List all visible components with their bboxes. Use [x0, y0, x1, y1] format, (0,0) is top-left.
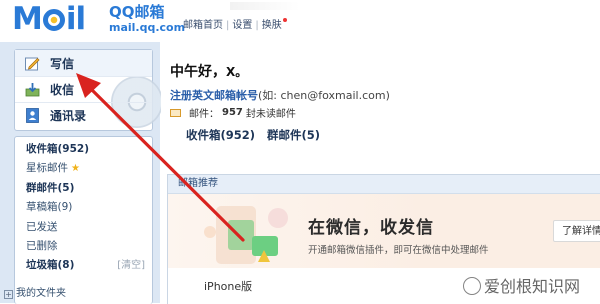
- wechat-promo-banner[interactable]: 在微信，收发信 开通邮箱微信插件，即可在微信中处理邮件 了解详情: [168, 194, 600, 268]
- folder-sent[interactable]: 已发送: [15, 218, 152, 237]
- user-name: X。: [226, 65, 248, 79]
- pencil-icon: [24, 55, 41, 72]
- envelope-icon: [170, 108, 181, 117]
- folder-group[interactable]: 群邮件(5): [15, 179, 152, 198]
- compose-label: 写信: [50, 56, 75, 71]
- folder-starred[interactable]: 星标邮件 ★: [15, 159, 152, 178]
- link-group-mail[interactable]: 群邮件(5): [267, 128, 320, 142]
- folder-inbox[interactable]: 收件箱(952): [15, 140, 152, 159]
- site-watermark: 爱创根知识网: [463, 273, 580, 297]
- banner-title: 在微信，收发信: [308, 218, 434, 238]
- nav-separator: |: [255, 20, 259, 31]
- contacts-icon: [24, 107, 41, 124]
- qqmail-logo[interactable]: Mil: [12, 2, 86, 36]
- header-fade: [230, 2, 300, 10]
- nav-mail-home[interactable]: 邮箱首页: [183, 20, 223, 31]
- folder-list: 收件箱(952) 星标邮件 ★ 群邮件(5) 草稿箱(9) 已发送 已删除 垃圾箱…: [14, 136, 153, 304]
- iphone-label: iPhone版: [204, 280, 253, 293]
- iphone-app-link[interactable]: iPhone版: [194, 278, 252, 294]
- clear-spam-link[interactable]: [清空]: [117, 256, 145, 275]
- top-nav: 邮箱首页 | 设置 | 换肤: [183, 16, 287, 31]
- watermark-logo-icon: [463, 277, 481, 295]
- contacts-button[interactable]: 通讯录: [15, 102, 152, 128]
- unread-summary: 邮件： 957 封未读邮件: [170, 105, 296, 120]
- link-inbox[interactable]: 收件箱(952): [186, 128, 255, 142]
- brand-domain: mail.qq.com: [109, 21, 186, 34]
- contacts-label: 通讯录: [50, 109, 87, 123]
- expand-icon[interactable]: +: [4, 290, 13, 299]
- nav-settings[interactable]: 设置: [232, 20, 252, 31]
- learn-more-button[interactable]: 了解详情: [553, 220, 600, 242]
- top-header: Mil QQ邮箱 mail.qq.com 邮箱首页 | 设置 | 换肤: [0, 0, 600, 42]
- unread-count: 957: [222, 107, 243, 118]
- folder-drafts[interactable]: 草稿箱(9): [15, 198, 152, 217]
- nav-separator: |: [226, 20, 230, 31]
- phone-illustration-icon: [204, 206, 288, 264]
- recommend-header: 邮箱推荐: [168, 175, 600, 194]
- quick-links: 收件箱(952) 群邮件(5): [186, 127, 326, 143]
- banner-subtitle: 开通邮箱微信插件，即可在微信中处理邮件: [308, 245, 489, 256]
- notification-dot-icon: [282, 18, 287, 22]
- my-folders-label: 我的文件夹: [16, 288, 66, 299]
- logo-o-icon: [42, 9, 65, 31]
- nav-skin[interactable]: 换肤: [262, 20, 282, 31]
- compose-button[interactable]: 写信: [15, 50, 152, 76]
- quick-actions: 写信 收信 通讯录: [14, 49, 163, 131]
- greeting: 中午好，X。: [170, 64, 248, 80]
- brand-name: QQ邮箱: [109, 3, 165, 21]
- inbox-icon: [24, 81, 41, 98]
- star-icon: ★: [71, 163, 80, 175]
- main-content: 中午好，X。 注册英文邮箱帐号(如: chen@foxmail.com) 邮件：…: [161, 42, 600, 304]
- register-english-account: 注册英文邮箱帐号(如: chen@foxmail.com): [170, 87, 390, 103]
- folder-spam[interactable]: 垃圾箱(8) [清空]: [15, 256, 152, 275]
- register-hint: (如: chen@foxmail.com): [258, 89, 390, 102]
- my-folders[interactable]: + 我的文件夹: [4, 284, 66, 299]
- folder-deleted[interactable]: 已删除: [15, 237, 152, 256]
- receive-button[interactable]: 收信: [15, 76, 152, 102]
- logo-subtitle: QQ邮箱 mail.qq.com: [109, 3, 186, 35]
- sidebar: 写信 收信 通讯录 收件箱(952) 星标邮件 ★ 群邮件(5) 草稿箱(9) 已…: [0, 42, 163, 304]
- register-link[interactable]: 注册英文邮箱帐号: [170, 89, 258, 102]
- receive-label: 收信: [50, 83, 75, 97]
